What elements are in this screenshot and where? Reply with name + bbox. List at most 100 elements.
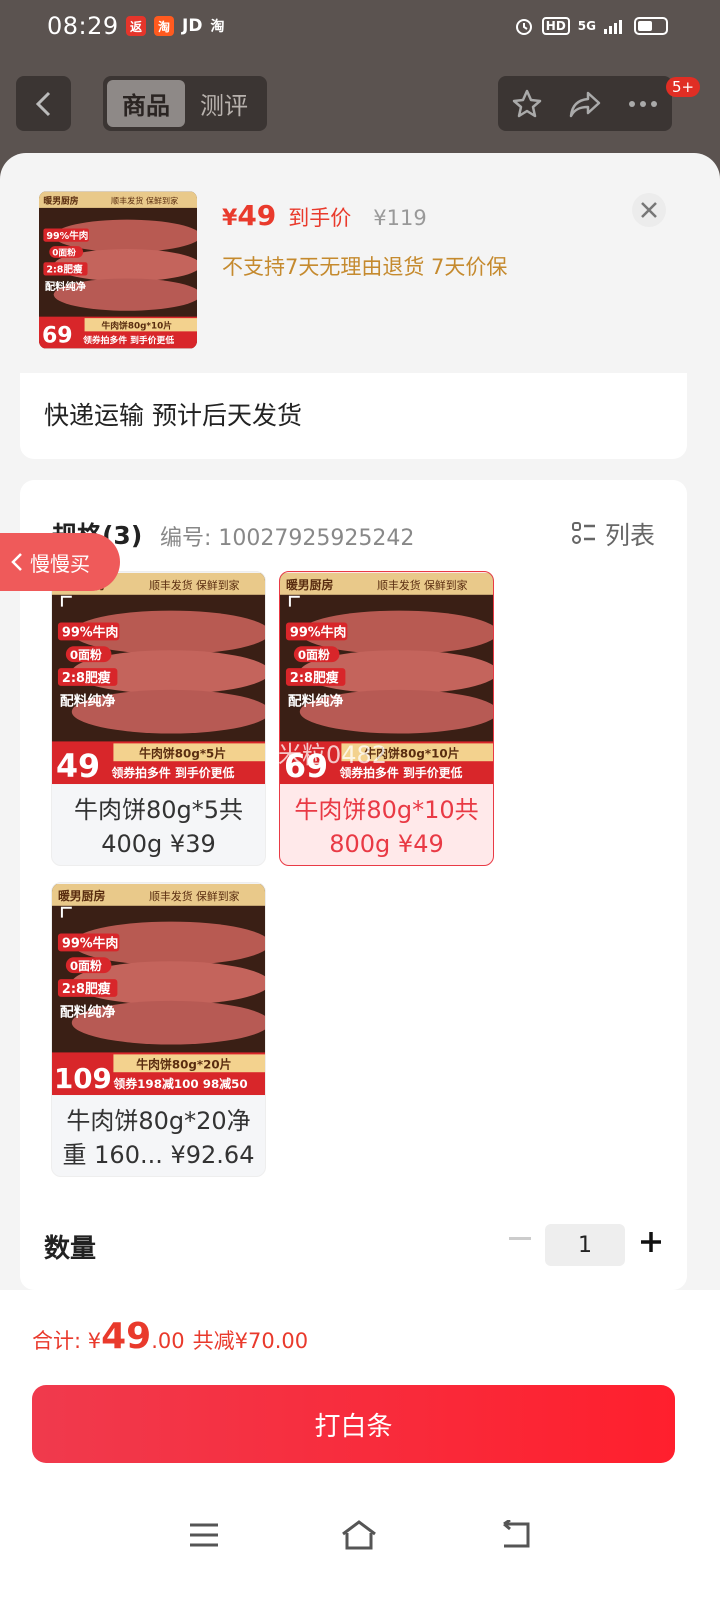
- more-icon[interactable]: [627, 99, 659, 109]
- svg-text:99%牛肉: 99%牛肉: [290, 624, 347, 640]
- shipping-text: 快递运输 预计后天发货: [44, 401, 302, 430]
- svg-text:配料纯净: 配料纯净: [45, 280, 87, 293]
- svg-text:0面粉: 0面粉: [70, 648, 102, 662]
- svg-text:顺丰发货 保鲜到家: 顺丰发货 保鲜到家: [111, 195, 178, 205]
- slow-buy-tab[interactable]: 慢慢买: [0, 533, 120, 591]
- current-price: ¥49: [222, 199, 277, 232]
- svg-text:配料纯净: 配料纯净: [60, 1004, 116, 1021]
- status-system-icons: HD 5G: [514, 16, 668, 36]
- svg-text:2:8肥瘦: 2:8肥瘦: [290, 670, 339, 686]
- svg-text:领券198减100 98减50: 领券198减100 98减50: [112, 1077, 247, 1091]
- option-image: 暖男厨房 顺丰发货 保鲜到家 99%牛肉 0面粉 2:8肥瘦 配料纯净 牛肉饼8…: [52, 572, 265, 785]
- jd-app-icon: JD: [182, 16, 203, 36]
- total-decimal: .00: [151, 1329, 185, 1353]
- list-view-toggle[interactable]: 列表: [571, 516, 655, 552]
- tab-review[interactable]: 测评: [185, 80, 263, 127]
- plus-icon: [641, 1232, 661, 1252]
- shipping-card: 快递运输 预计后天发货: [20, 373, 687, 459]
- back-nav-icon[interactable]: [498, 1520, 532, 1550]
- back-button[interactable]: [16, 76, 71, 131]
- svg-text:顺丰发货 保鲜到家: 顺丰发货 保鲜到家: [377, 578, 468, 592]
- svg-text:49: 49: [56, 749, 100, 785]
- svg-text:0面粉: 0面粉: [70, 959, 102, 973]
- option-label: 牛肉饼80g*5共400g ¥39: [73, 796, 244, 858]
- quantity-row: 数量 1: [0, 1218, 720, 1274]
- quantity-increase-button[interactable]: [637, 1228, 665, 1256]
- spec-card: 规格(3) 编号: 10027925925242 列表 暖男厨房 顺丰发货 保鲜…: [20, 480, 687, 1290]
- baitiao-pay-button[interactable]: 打白条: [32, 1385, 675, 1463]
- alarm-icon: [515, 19, 532, 35]
- app-icon-1: 返: [126, 16, 146, 36]
- signal-icon: [604, 20, 622, 34]
- svg-text:暖男厨房: 暖男厨房: [286, 578, 334, 592]
- chevron-left-icon: [11, 553, 22, 571]
- option-label: 牛肉饼80g*10共800g ¥49: [294, 796, 479, 858]
- svg-text:2:8肥瘦: 2:8肥瘦: [46, 264, 83, 276]
- home-icon[interactable]: [340, 1519, 378, 1551]
- slow-buy-label: 慢慢买: [30, 551, 90, 576]
- share-icon[interactable]: [568, 89, 602, 119]
- product-image: 暖男厨房 顺丰发货 保鲜到家 99%牛肉 0面粉 2:8肥瘦 配料纯净 牛肉饼8…: [39, 191, 197, 348]
- svg-text:暖男厨房: 暖男厨房: [58, 889, 106, 903]
- total-price: 合计: ¥ 49 .00 共减¥70.00: [32, 1316, 308, 1357]
- spec-option-1[interactable]: 暖男厨房 顺丰发货 保鲜到家 99%牛肉 0面粉 2:8肥瘦 配料纯净 牛肉饼8…: [51, 571, 266, 866]
- svg-text:领券拍多件 到手价更低: 领券拍多件 到手价更低: [110, 766, 234, 780]
- message-badge: 5+: [666, 77, 701, 97]
- svg-text:0面粉: 0面粉: [52, 247, 76, 259]
- total-label: 合计: ¥: [32, 1329, 102, 1353]
- spec-option-3[interactable]: 暖男厨房 顺丰发货 保鲜到家 99%牛肉 0面粉 2:8肥瘦 配料纯净 牛肉饼8…: [51, 882, 266, 1177]
- quantity-input[interactable]: 1: [545, 1224, 625, 1266]
- battery-icon: [634, 17, 668, 35]
- taobao-app-icon: 淘: [210, 19, 225, 35]
- star-icon[interactable]: [511, 88, 543, 120]
- svg-text:2:8肥瘦: 2:8肥瘦: [62, 981, 111, 997]
- status-app-icons: 返 淘 JD 淘: [126, 16, 224, 36]
- top-tabs: 商品 测评: [103, 76, 267, 131]
- total-amount: 49: [101, 1316, 152, 1357]
- svg-text:暖男厨房: 暖男厨房: [43, 194, 78, 206]
- svg-text:配料纯净: 配料纯净: [288, 693, 344, 710]
- svg-text:顺丰发货 保鲜到家: 顺丰发货 保鲜到家: [149, 578, 240, 592]
- total-saving: 共减¥70.00: [192, 1329, 309, 1353]
- service-note: 不支持7天无理由退货 7天价保: [222, 255, 508, 279]
- status-time: 08:29: [47, 12, 119, 40]
- list-icon: [571, 522, 595, 544]
- svg-text:0面粉: 0面粉: [298, 648, 330, 662]
- status-bar: 08:29 返 淘 JD 淘 HD 5G: [0, 0, 720, 56]
- svg-text:牛肉饼80g*5片: 牛肉饼80g*5片: [139, 746, 226, 760]
- svg-text:2:8肥瘦: 2:8肥瘦: [62, 670, 111, 686]
- chevron-left-icon: [35, 91, 50, 116]
- svg-text:领券拍多件 到手价更低: 领券拍多件 到手价更低: [83, 334, 174, 346]
- close-icon: [641, 202, 657, 218]
- list-toggle-label: 列表: [604, 521, 655, 550]
- price-tag-label: 到手价: [288, 206, 352, 230]
- close-button[interactable]: [632, 193, 666, 227]
- svg-text:牛肉饼80g*10片: 牛肉饼80g*10片: [101, 319, 172, 331]
- svg-text:牛肉饼80g*20片: 牛肉饼80g*20片: [136, 1057, 231, 1071]
- svg-text:99%牛肉: 99%牛肉: [46, 230, 88, 242]
- quantity-decrease-button[interactable]: [507, 1226, 533, 1252]
- svg-text:顺丰发货 保鲜到家: 顺丰发货 保鲜到家: [149, 889, 240, 903]
- option-label: 牛肉饼80g*20净重 160... ¥92.64: [62, 1107, 255, 1169]
- svg-text:69: 69: [42, 323, 73, 348]
- hd-icon: HD: [541, 17, 570, 35]
- option-image: 暖男厨房 顺丰发货 保鲜到家 99%牛肉 0面粉 2:8肥瘦 配料纯净 牛肉饼8…: [52, 883, 265, 1095]
- product-thumbnail[interactable]: 暖男厨房 顺丰发货 保鲜到家 99%牛肉 0面粉 2:8肥瘦 配料纯净 牛肉饼8…: [39, 191, 197, 349]
- sku-sheet: 暖男厨房 顺丰发货 保鲜到家 99%牛肉 0面粉 2:8肥瘦 配料纯净 牛肉饼8…: [0, 153, 720, 1600]
- system-nav-bar: [0, 1500, 720, 1570]
- menu-icon[interactable]: [188, 1522, 220, 1548]
- price-row: ¥49 到手价 ¥119: [222, 199, 427, 232]
- minus-icon: [509, 1237, 531, 1240]
- network-label: 5G: [577, 19, 596, 33]
- svg-text:109: 109: [54, 1062, 112, 1095]
- spec-option-2[interactable]: 暖男厨房 顺丰发货 保鲜到家 99%牛肉 0面粉 2:8肥瘦 配料纯净 牛肉饼8…: [279, 571, 494, 866]
- top-actions: [498, 76, 672, 131]
- original-price: ¥119: [373, 206, 427, 230]
- svg-text:99%牛肉: 99%牛肉: [62, 935, 119, 951]
- tab-product[interactable]: 商品: [107, 80, 185, 127]
- quantity-label: 数量: [44, 1234, 97, 1264]
- app-icon-2: 淘: [154, 16, 174, 36]
- svg-text:配料纯净: 配料纯净: [60, 693, 116, 710]
- footer-bar: 合计: ¥ 49 .00 共减¥70.00 打白条: [0, 1290, 720, 1600]
- spec-number: 编号: 10027925925242: [160, 526, 415, 551]
